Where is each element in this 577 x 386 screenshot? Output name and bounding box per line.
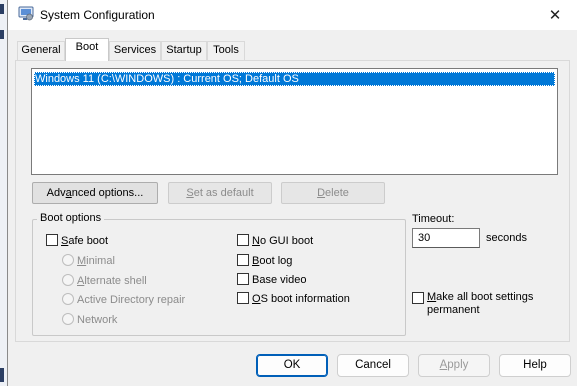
dialog-button-bar: OK Cancel Apply Help xyxy=(8,344,577,386)
access-key: O xyxy=(252,293,261,305)
checkbox-box[interactable] xyxy=(412,292,424,304)
title-bar[interactable]: System Configuration ✕ xyxy=(8,0,577,30)
access-key: N xyxy=(77,314,85,326)
checkbox-label-wrap: Make all boot settings permanent xyxy=(427,291,562,317)
button-label-part: Adv xyxy=(46,187,66,199)
radio-label: lternate shell xyxy=(84,275,147,287)
checkbox-box[interactable] xyxy=(237,273,249,285)
cancel-button[interactable]: Cancel xyxy=(337,354,409,377)
base-video-checkbox[interactable]: Base video xyxy=(237,273,306,287)
help-button[interactable]: Help xyxy=(499,354,571,377)
access-key: S xyxy=(186,187,194,199)
tab-tools[interactable]: Tools xyxy=(207,41,245,60)
checkbox-label: o GUI boot xyxy=(259,235,314,247)
desktop-fragment xyxy=(0,368,4,382)
timeout-input[interactable] xyxy=(412,228,480,248)
tab-boot[interactable]: Boot xyxy=(65,38,109,61)
alternate-shell-radio[interactable]: Alternate shell xyxy=(62,274,147,288)
timeout-label: Timeout: xyxy=(412,213,455,225)
boot-options-title: Boot options xyxy=(37,212,105,224)
checkbox-label: oot log xyxy=(259,255,293,267)
window-title: System Configuration xyxy=(40,8,155,22)
access-key: N xyxy=(252,235,260,247)
button-label-part: et as default xyxy=(193,187,254,199)
delete-button[interactable]: Delete xyxy=(281,182,385,204)
seconds-label: seconds xyxy=(486,232,527,244)
tab-startup[interactable]: Startup xyxy=(161,41,207,60)
desktop-fragment xyxy=(0,4,4,14)
radio-label: inimal xyxy=(86,255,115,267)
tab-services[interactable]: Services xyxy=(109,41,161,60)
no-gui-boot-checkbox[interactable]: No GUI boot xyxy=(237,234,313,248)
button-label-part: nced options... xyxy=(71,187,144,199)
close-button[interactable]: ✕ xyxy=(533,0,577,30)
system-configuration-icon xyxy=(18,6,34,21)
button-label-part: elete xyxy=(325,187,349,199)
tab-general[interactable]: General xyxy=(17,41,65,60)
tab-strip: General Boot Services Startup Tools xyxy=(8,38,577,61)
network-radio[interactable]: Network xyxy=(62,313,117,327)
checkbox-box[interactable] xyxy=(237,254,249,266)
radio-circle[interactable] xyxy=(62,254,74,266)
radio-label: ctive Directory repair xyxy=(84,294,186,306)
checkbox-box[interactable] xyxy=(237,234,249,246)
apply-button[interactable]: Apply xyxy=(418,354,490,377)
radio-circle[interactable] xyxy=(62,293,74,305)
checkbox-box[interactable] xyxy=(46,234,58,246)
button-label-part: pply xyxy=(447,359,469,371)
checkbox-label: ase video xyxy=(259,274,307,286)
checkbox-label: S boot information xyxy=(260,293,350,305)
radio-circle[interactable] xyxy=(62,313,74,325)
boot-entry-selected[interactable]: Windows 11 (C:\WINDOWS) : Current OS; De… xyxy=(34,72,555,86)
ok-button[interactable]: OK xyxy=(256,354,328,377)
radio-label: etwork xyxy=(84,314,118,326)
advanced-options-button[interactable]: Advanced options... xyxy=(32,182,158,204)
active-directory-repair-radio[interactable]: Active Directory repair xyxy=(62,293,185,307)
radio-circle[interactable] xyxy=(62,274,74,286)
boot-entries-list[interactable]: Windows 11 (C:\WINDOWS) : Current OS; De… xyxy=(31,68,558,175)
system-configuration-window: System Configuration ✕ General Boot Serv… xyxy=(7,0,577,386)
set-as-default-button[interactable]: Set as default xyxy=(168,182,272,204)
checkbox-label: ake all boot settings permanent xyxy=(427,291,534,316)
access-key: D xyxy=(317,187,326,199)
minimal-radio[interactable]: Minimal xyxy=(62,254,115,268)
desktop-fragment xyxy=(0,30,4,39)
access-key: M xyxy=(77,255,87,267)
boot-log-checkbox[interactable]: Boot log xyxy=(237,254,292,268)
checkbox-label: afe boot xyxy=(68,235,109,247)
access-key: M xyxy=(427,291,437,303)
checkbox-box[interactable] xyxy=(237,292,249,304)
close-icon: ✕ xyxy=(548,6,562,24)
safe-boot-checkbox[interactable]: Safe boot xyxy=(46,234,108,248)
os-boot-information-checkbox[interactable]: OS boot information xyxy=(237,292,350,306)
